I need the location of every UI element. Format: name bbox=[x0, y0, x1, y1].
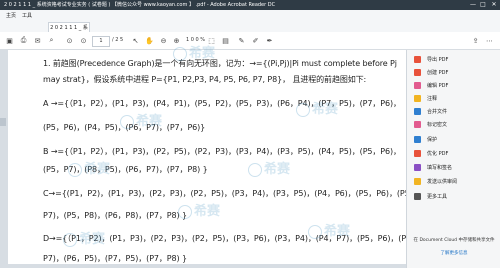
doc-line: A →={（P1，P2），(P1，P3)，(P4，P1)，(P5，P2)，(P5… bbox=[43, 99, 401, 108]
tab-bar: 2 0 2 1 1 1 _ 系统 ... × bbox=[0, 22, 500, 41]
export-pdf-icon bbox=[414, 55, 421, 63]
hand-tool-icon[interactable]: ✋ bbox=[144, 35, 155, 46]
comment-tool-icon bbox=[414, 94, 421, 102]
send-review-icon bbox=[414, 177, 421, 185]
tool-optimize-pdf[interactable]: 优化 PDF bbox=[414, 148, 500, 158]
tool-create-pdf[interactable]: 创建 PDF bbox=[414, 67, 500, 77]
prev-page-icon[interactable]: ⊙ bbox=[64, 35, 75, 46]
tool-fill-sign[interactable]: 填写和签名 bbox=[414, 162, 500, 172]
draw-icon[interactable]: ✐ bbox=[250, 35, 261, 46]
doc-line: P7)，(P5，P8)，(P6，P8)，(P7，P8) } bbox=[43, 211, 187, 220]
doc-line: B →={（P1，P2），(P1，P3)，(P2，P5)，(P2，P3)，(P3… bbox=[43, 147, 401, 156]
tool-protect[interactable]: 保护 bbox=[414, 134, 500, 144]
tool-redact[interactable]: 标记密文 bbox=[414, 119, 500, 129]
zoom-out-icon[interactable]: ⊖ bbox=[158, 35, 169, 46]
optimize-pdf-icon bbox=[414, 149, 421, 157]
doc-line: (P5，P6)，(P4，P5)，(P6，P7)，(P7，P6)} bbox=[43, 123, 206, 132]
tool-edit-pdf[interactable]: 编辑 PDF bbox=[414, 80, 500, 90]
doc-line: 1. 前趋图(Precedence Graph)是一个有向无环图，记为：→={(… bbox=[43, 59, 397, 68]
edit-pdf-icon bbox=[414, 81, 421, 89]
fill-sign-icon bbox=[414, 163, 421, 171]
tool-more-tools[interactable]: 更多工具 bbox=[414, 191, 500, 201]
zoom-level[interactable]: 1 0 0 % bbox=[186, 35, 205, 46]
title-bar: 2 0 2 1 1 1 _ 系统资格考试专业实务 ( 试卷题 ) 【微信公众号 … bbox=[0, 0, 500, 10]
fit-page-icon[interactable]: ⬚ bbox=[206, 35, 217, 46]
menu-home[interactable]: 主页 bbox=[6, 12, 16, 19]
search-icon[interactable]: ⌕ bbox=[46, 35, 57, 46]
menu-tools[interactable]: 工具 bbox=[22, 12, 32, 19]
page-number-input[interactable]: 1 bbox=[92, 36, 110, 47]
tool-combine-files[interactable]: 合并文件 bbox=[414, 106, 500, 116]
doc-line: C→={(P1，P2)，(P1，P3)，(P2，P3)，(P2，P5)，(P3，… bbox=[43, 189, 418, 198]
page-total: / 2 5 bbox=[112, 37, 124, 43]
tools-pane: 导出 PDF 创建 PDF 编辑 PDF 注释 合并文件 标记密文 保护 优化 … bbox=[406, 50, 500, 268]
tool-export-pdf[interactable]: 导出 PDF bbox=[414, 54, 500, 64]
more-tools-icon bbox=[414, 192, 421, 200]
left-panel-toggle[interactable] bbox=[0, 118, 6, 126]
more-icon[interactable]: ⋯ bbox=[484, 35, 495, 46]
watermark: 希赛 bbox=[248, 158, 290, 177]
window-title: 2 0 2 1 1 1 _ 系统资格考试专业实务 ( 试卷题 ) 【微信公众号 … bbox=[4, 2, 276, 8]
maximize-button[interactable]: □ bbox=[478, 0, 488, 10]
sign-icon[interactable]: ✒ bbox=[264, 35, 275, 46]
minimize-button[interactable]: — bbox=[468, 0, 478, 10]
tool-comment[interactable]: 注释 bbox=[414, 93, 500, 103]
doc-line: P7)，(P6，P5)，(P7，P5)，(P7，P8) } bbox=[43, 254, 187, 263]
close-window-button[interactable]: ✕ bbox=[489, 0, 499, 10]
redact-icon bbox=[414, 120, 421, 128]
comment-icon[interactable]: ✎ bbox=[236, 35, 247, 46]
protect-icon bbox=[414, 135, 421, 143]
learn-more-link[interactable]: 了解更多信息 bbox=[411, 251, 497, 257]
pdf-page: 1. 前趋图(Precedence Graph)是一个有向无环图，记为：→={(… bbox=[8, 46, 419, 264]
doc-line: D→={（P1，P2)，(P1，P3)，(P2，P3)，(P2，P5)，(P3，… bbox=[43, 234, 419, 243]
doc-line: (P5，P7)，(P8，P5)，(P6，P7)，(P7，P8) } bbox=[43, 165, 208, 174]
tool-send-review[interactable]: 发送以供审阅 bbox=[414, 176, 500, 186]
print-icon[interactable]: ⎙ bbox=[18, 35, 29, 46]
scroll-mode-icon[interactable]: ▤ bbox=[220, 35, 231, 46]
create-pdf-icon bbox=[414, 68, 421, 76]
next-page-icon[interactable]: ⊙ bbox=[78, 35, 89, 46]
doc-line: may strat}，假设系统中进程 P={P1, P2,P3, P4, P5,… bbox=[43, 75, 367, 84]
toolbar: ▣ ⎙ ✉ ⌕ ⊙ ⊙ 1 / 2 5 ↖ ✋ ⊖ ⊕ 1 0 0 % ⬚ ▤ … bbox=[0, 32, 500, 50]
share-icon[interactable]: ⇪ bbox=[470, 35, 481, 46]
zoom-in-icon[interactable]: ⊕ bbox=[171, 35, 182, 46]
combine-files-icon bbox=[414, 107, 421, 115]
email-icon[interactable]: ✉ bbox=[32, 35, 43, 46]
select-cursor-icon[interactable]: ↖ bbox=[130, 35, 141, 46]
cloud-promo-text: 在 Document Cloud 中存储和共享文件 bbox=[413, 238, 495, 243]
save-icon[interactable]: ▣ bbox=[4, 35, 15, 46]
